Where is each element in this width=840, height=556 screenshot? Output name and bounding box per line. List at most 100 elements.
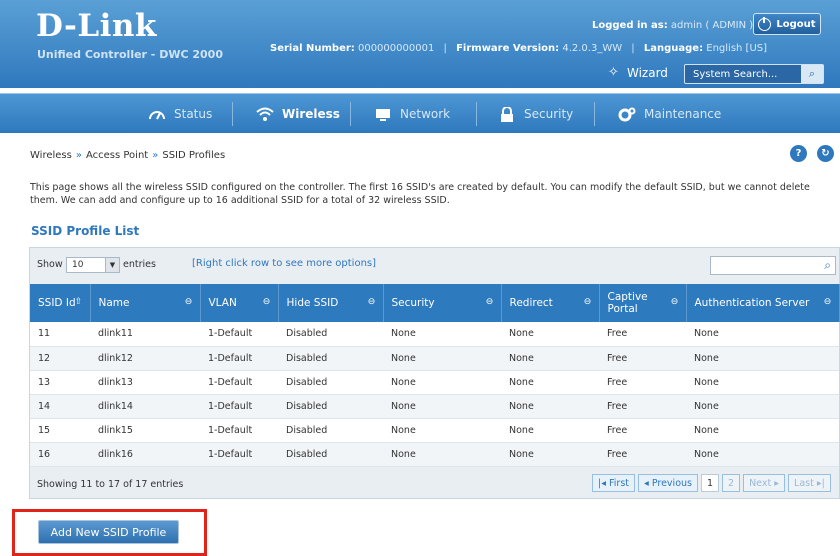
ssid-table-panel: Show 10 ▼ entries [Right click row to se… <box>29 247 840 499</box>
cell-security: None <box>383 346 501 371</box>
col-name[interactable]: Name ⊖ <box>90 284 201 322</box>
logged-in-info: Logged in as: admin ( ADMIN ) <box>592 20 753 31</box>
nav-security[interactable]: Security <box>498 94 573 134</box>
cell-name: dlink14 <box>90 394 200 419</box>
cell-authentication-server: None <box>686 394 839 419</box>
nav-status-label: Status <box>174 107 213 121</box>
cell-ssid-id: 15 <box>30 418 90 443</box>
nav-maintenance-label: Maintenance <box>644 107 722 121</box>
cell-authentication-server: None <box>686 346 839 371</box>
sort-icon: ⊖ <box>583 297 592 307</box>
col-ssid-id[interactable]: SSID Id ⇧ <box>30 284 91 322</box>
power-icon <box>758 16 772 31</box>
cell-redirect: None <box>501 442 599 467</box>
logged-in-user: admin ( ADMIN ) <box>670 20 754 31</box>
product-subtitle: Unified Controller - DWC 2000 <box>37 48 223 61</box>
cell-security: None <box>383 418 501 443</box>
cell-hide-ssid: Disabled <box>278 442 383 467</box>
pagination: |◂ First ◂ Previous 1 2 Next ▸ Last ▸| <box>592 474 831 492</box>
lock-icon <box>498 106 516 122</box>
cell-vlan: 1-Default <box>200 418 278 443</box>
cell-authentication-server: None <box>686 322 839 347</box>
serial-value: 000000000001 <box>357 43 435 54</box>
sort-icon: ⊖ <box>262 297 271 307</box>
cell-vlan: 1-Default <box>200 370 278 395</box>
search-icon[interactable]: ⌕ <box>801 65 823 83</box>
entries-select[interactable]: 10 ▼ <box>66 257 120 273</box>
col-redirect[interactable]: Redirect ⊖ <box>501 284 600 322</box>
entries-value: 10 <box>72 260 84 270</box>
list-title: SSID Profile List <box>31 224 140 238</box>
nav-network[interactable]: Network <box>374 94 450 134</box>
col-captive-portal[interactable]: Captive Portal ⊖ <box>599 284 687 322</box>
device-info: Serial Number: 000000000001 | Firmware V… <box>270 43 768 54</box>
sort-icon: ⊖ <box>670 297 679 307</box>
showing-entries: Showing 11 to 17 of 17 entries <box>37 479 184 490</box>
nav-network-label: Network <box>400 107 451 121</box>
previous-page-button[interactable]: ◂ Previous <box>638 474 698 492</box>
cell-captive-portal: Free <box>599 346 686 371</box>
cell-ssid-id: 11 <box>30 322 90 347</box>
sort-icon: ⊖ <box>184 297 193 307</box>
serial-label: Serial Number: <box>270 43 355 54</box>
table-body: 11 dlink11 1-Default Disabled None None Free No… <box>30 322 839 467</box>
system-search-input[interactable]: System Search... ⌕ <box>684 64 824 84</box>
table-search-input[interactable]: ⌕ <box>710 256 836 275</box>
nav-status[interactable]: Status <box>148 94 212 134</box>
cell-name: dlink16 <box>90 442 200 467</box>
page-description: This page shows all the wireless SSID co… <box>30 182 810 206</box>
table-row[interactable]: 15 dlink15 1-Default Disabled None None Free No… <box>30 418 839 443</box>
ssid-profile-table: SSID Id ⇧ Name ⊖ VLAN ⊖ Hide SSID ⊖ Security… <box>30 284 840 467</box>
last-page-button[interactable]: Last ▸| <box>788 474 831 492</box>
cell-ssid-id: 14 <box>30 394 90 419</box>
table-row[interactable]: 11 dlink11 1-Default Disabled None None Free No… <box>30 322 839 347</box>
table-row[interactable]: 16 dlink16 1-Default Disabled None None Free No… <box>30 442 839 467</box>
breadcrumb-wireless[interactable]: Wireless <box>30 150 72 161</box>
col-security[interactable]: Security ⊖ <box>383 284 502 322</box>
cell-name: dlink13 <box>90 370 200 395</box>
table-row[interactable]: 12 dlink12 1-Default Disabled None None Free No… <box>30 346 839 371</box>
col-vlan[interactable]: VLAN ⊖ <box>200 284 279 322</box>
col-hide-ssid[interactable]: Hide SSID ⊖ <box>278 284 384 322</box>
nav-maintenance[interactable]: Maintenance <box>618 94 721 134</box>
page-1-button[interactable]: 1 <box>700 474 720 492</box>
logout-button[interactable]: Logout <box>753 13 821 35</box>
cell-security: None <box>383 394 501 419</box>
table-row[interactable]: 13 dlink13 1-Default Disabled None None Free No… <box>30 370 839 395</box>
show-label: Show <box>37 259 63 270</box>
table-row[interactable]: 14 dlink14 1-Default Disabled None None Free No… <box>30 394 839 419</box>
cell-redirect: None <box>501 322 599 347</box>
wifi-icon <box>256 106 274 122</box>
add-new-ssid-profile-button[interactable]: Add New SSID Profile <box>38 520 179 544</box>
breadcrumb-ssid-profiles: SSID Profiles <box>162 150 226 161</box>
cell-name: dlink12 <box>90 346 200 371</box>
cell-hide-ssid: Disabled <box>278 322 383 347</box>
dashboard-icon <box>148 106 166 122</box>
cell-security: None <box>383 370 501 395</box>
breadcrumb-access-point[interactable]: Access Point <box>86 150 148 161</box>
language-value[interactable]: English [US] <box>706 43 767 54</box>
previous-icon: ◂ <box>644 477 649 489</box>
cell-redirect: None <box>501 370 599 395</box>
cell-security: None <box>383 442 501 467</box>
cell-captive-portal: Free <box>599 418 686 443</box>
wizard-link[interactable]: ✧ Wizard <box>608 66 668 81</box>
next-page-button[interactable]: Next ▸ <box>743 474 786 492</box>
cell-hide-ssid: Disabled <box>278 370 383 395</box>
gears-icon <box>618 106 636 122</box>
col-authentication-server[interactable]: Authentication Server ⊖ <box>686 284 840 322</box>
firmware-label: Firmware Version: <box>456 43 560 54</box>
first-page-button[interactable]: |◂ First <box>592 474 636 492</box>
firmware-value: 4.2.0.3_WW <box>562 43 623 54</box>
cell-redirect: None <box>501 346 599 371</box>
page-2-button[interactable]: 2 <box>722 474 741 492</box>
nav-security-label: Security <box>524 107 574 121</box>
logout-label: Logout <box>776 18 816 30</box>
header: D-Link Unified Controller - DWC 2000 Log… <box>0 0 840 88</box>
network-icon <box>374 106 392 122</box>
cell-redirect: None <box>501 394 599 419</box>
help-icon[interactable]: ? <box>790 145 807 162</box>
cell-hide-ssid: Disabled <box>278 394 383 419</box>
nav-wireless[interactable]: Wireless <box>256 94 340 134</box>
refresh-icon[interactable]: ↻ <box>817 145 834 162</box>
